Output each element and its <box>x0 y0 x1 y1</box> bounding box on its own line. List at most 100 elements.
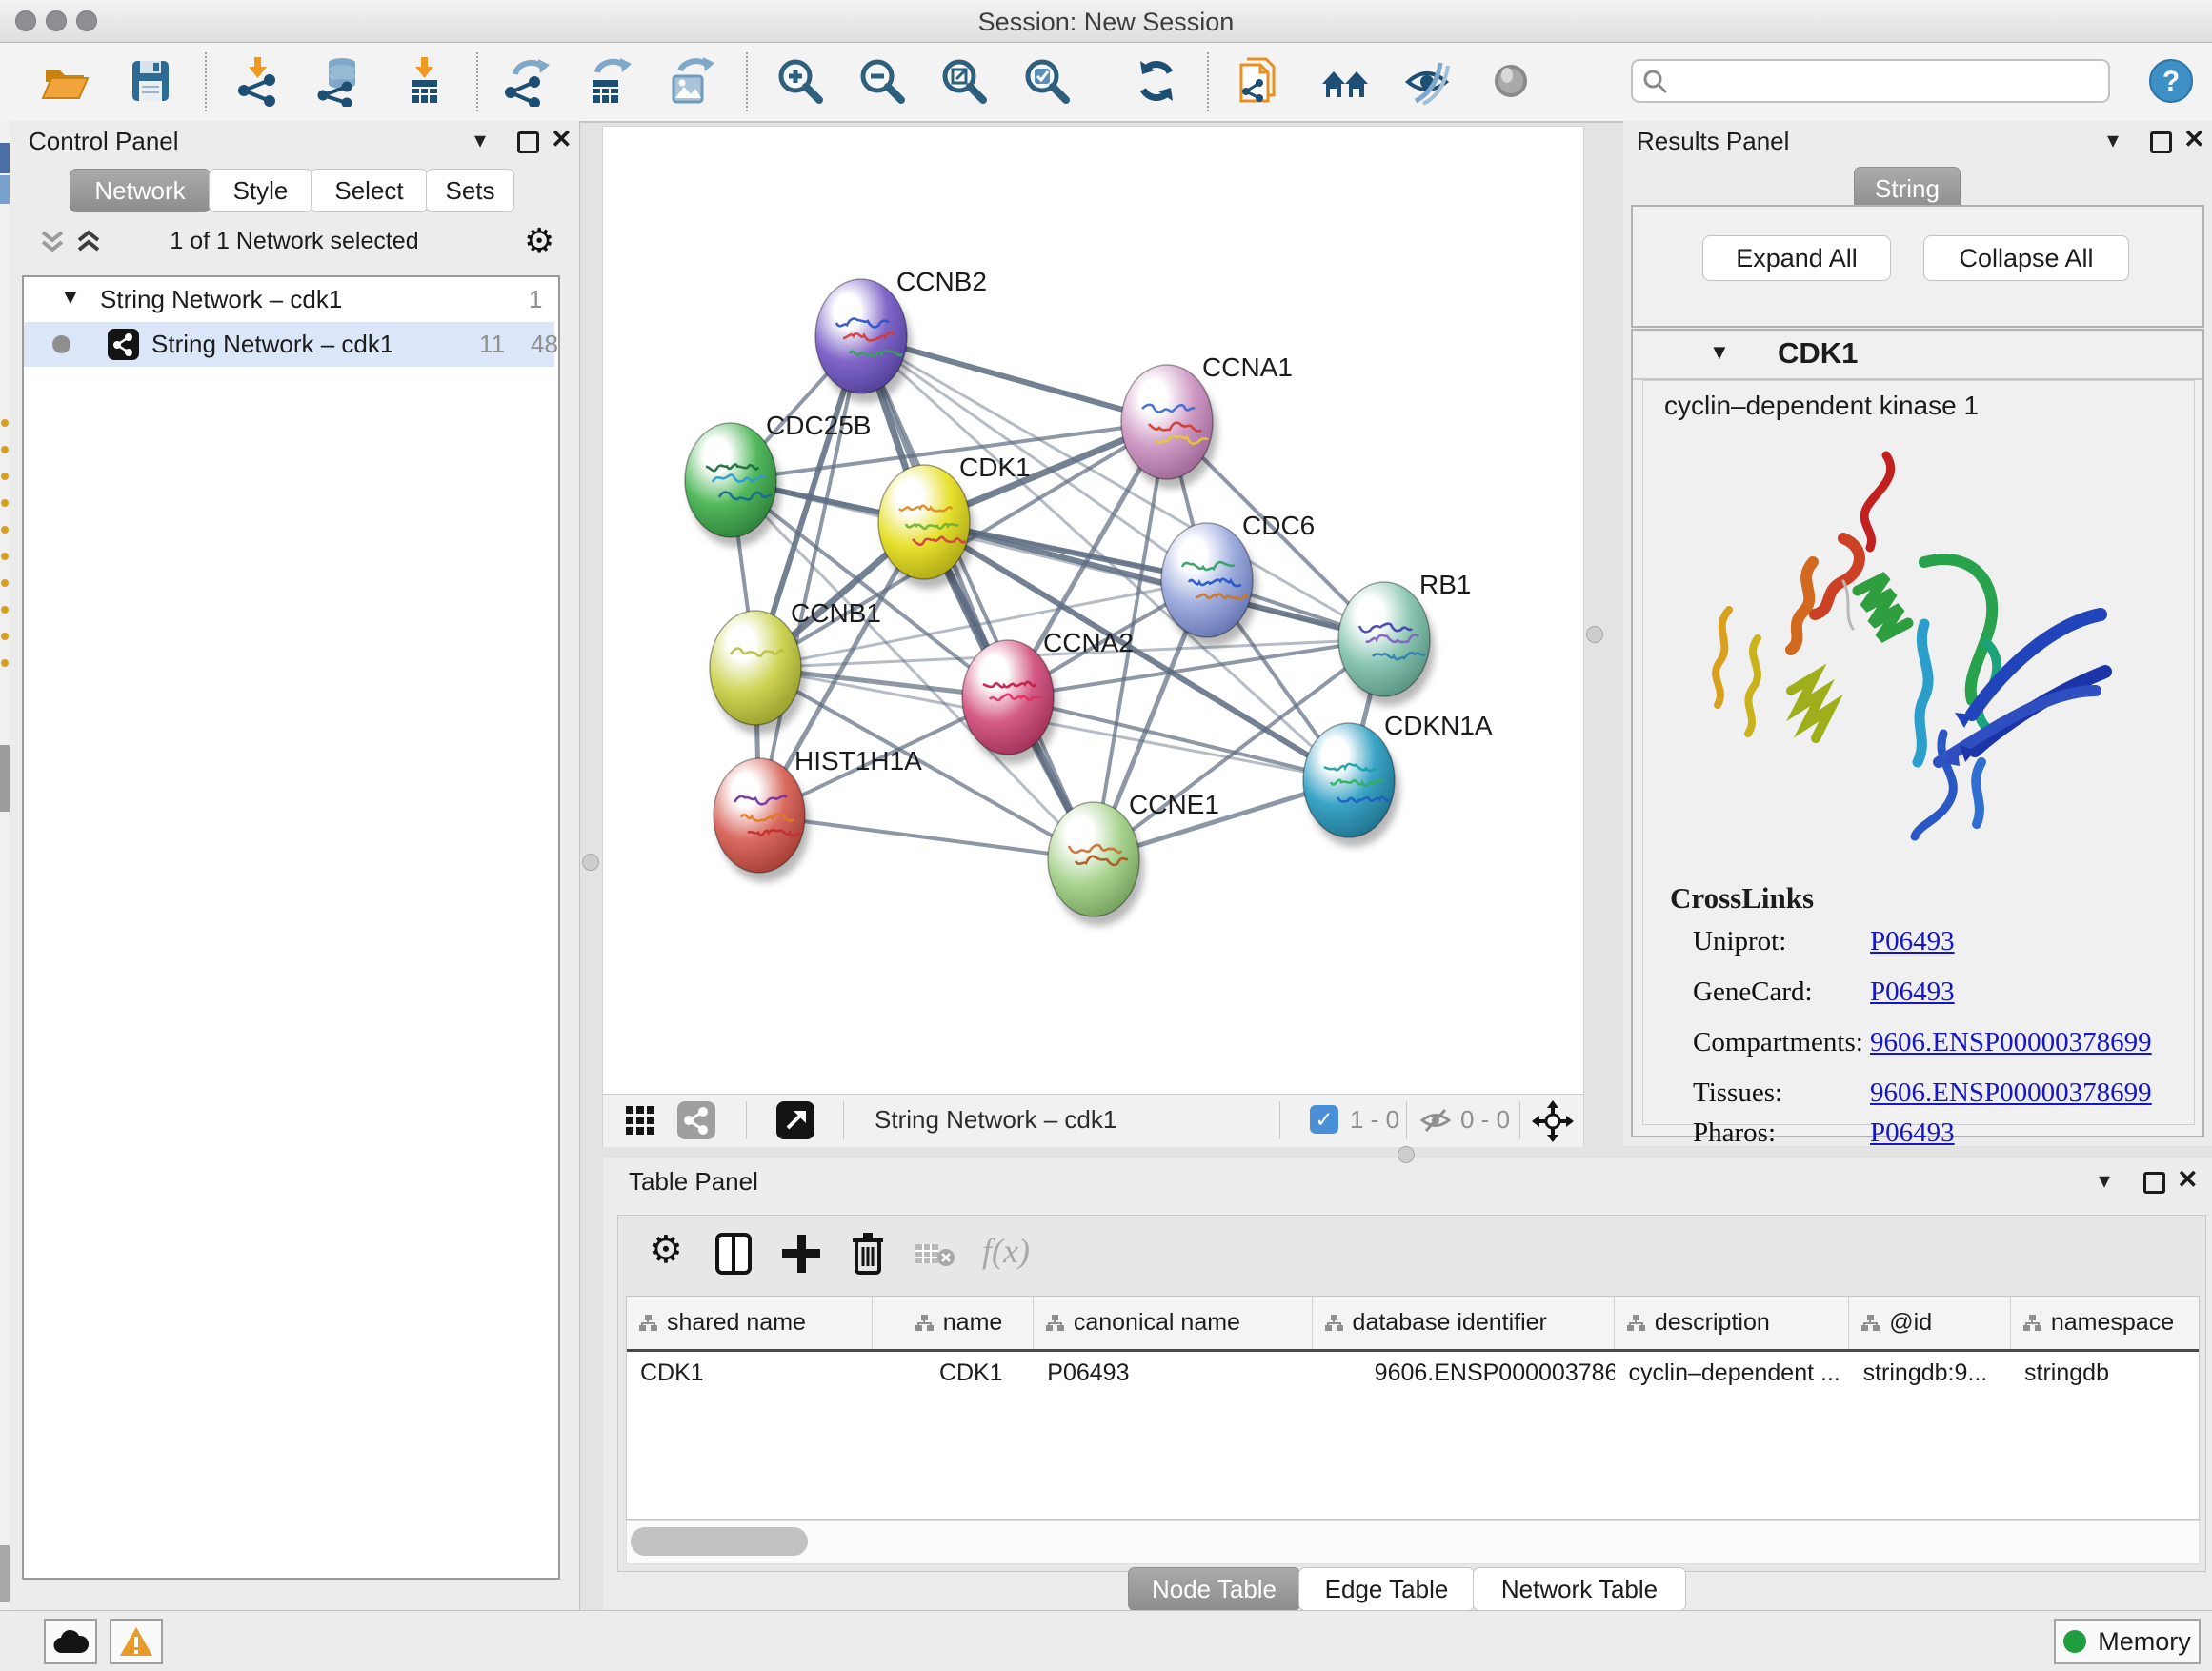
home-pair-button[interactable] <box>1319 55 1371 107</box>
network-edge[interactable] <box>759 336 861 815</box>
grid-view-icon[interactable] <box>624 1104 658 1138</box>
column-header[interactable]: name <box>873 1297 1034 1349</box>
column-header[interactable]: namespace <box>2011 1297 2199 1349</box>
zoom-fit-button[interactable] <box>938 55 990 107</box>
network-list: ▼ String Network – cdk1 1 String Network… <box>22 275 560 1580</box>
column-header[interactable]: description <box>1615 1297 1849 1349</box>
collapse-all-button[interactable]: Collapse All <box>1923 235 2129 281</box>
network-view[interactable]: CCNB2CCNA1CDC25BCDK1CDC6RB1CCNB1CCNA2CDK… <box>603 127 1583 1146</box>
crosslink-uniprot-link[interactable]: P06493 <box>1870 926 1955 957</box>
tab-select[interactable]: Select <box>311 169 428 212</box>
show-columns-icon[interactable] <box>714 1233 755 1275</box>
fit-content-crosshair-icon[interactable] <box>1532 1100 1574 1142</box>
help-button[interactable]: ? <box>2145 55 2197 107</box>
export-image-button[interactable] <box>663 55 714 107</box>
network-row-selected[interactable]: String Network – cdk1 11 48 <box>24 322 554 367</box>
gene-expander-icon[interactable]: ▼ <box>1709 340 1730 365</box>
create-column-icon[interactable] <box>780 1233 822 1275</box>
hscrollbar-thumb[interactable] <box>631 1527 808 1556</box>
help-icon: ? <box>2145 55 2197 107</box>
network-collection-row[interactable]: ▼ String Network – cdk1 1 <box>24 277 554 322</box>
toolbar-separator <box>1207 52 1209 111</box>
network-node-CDC25B[interactable] <box>685 423 776 537</box>
column-header[interactable]: shared name <box>627 1297 873 1349</box>
table-options-gear-icon[interactable]: ⚙ <box>649 1233 683 1267</box>
zoom-selected-button[interactable] <box>1021 55 1073 107</box>
results-panel-close-icon[interactable]: ✕ <box>2183 125 2205 154</box>
results-panel-menu-icon[interactable]: ▾ <box>2107 127 2119 154</box>
node-table[interactable]: shared name name canonical name database… <box>626 1296 2200 1520</box>
import-table-icon <box>398 55 450 107</box>
network-edge[interactable] <box>861 336 1094 859</box>
houses-icon <box>1319 55 1371 107</box>
tab-network-table[interactable]: Network Table <box>1473 1567 1686 1611</box>
network-node-CCNB1[interactable] <box>710 611 801 725</box>
crosslink-label: GeneCard: <box>1693 976 1813 1008</box>
crosslink-pharos-link[interactable]: P06493 <box>1870 1117 1955 1149</box>
table-panel-float-icon[interactable] <box>2143 1172 2165 1194</box>
crosslink-genecard-link[interactable]: P06493 <box>1870 976 1955 1008</box>
crosslink-tissues-link[interactable]: 9606.ENSP00000378699 <box>1870 1077 2152 1109</box>
control-panel-float-icon[interactable] <box>517 131 539 153</box>
splitter-handle-right[interactable] <box>1586 626 1603 643</box>
network-options-gear-icon[interactable]: ⚙ <box>524 224 554 258</box>
zoom-out-button[interactable] <box>856 55 908 107</box>
collection-expander-icon[interactable]: ▼ <box>60 285 81 310</box>
cloud-status-button[interactable] <box>44 1619 97 1664</box>
detach-view-icon[interactable] <box>776 1101 814 1139</box>
column-header[interactable]: @id <box>1849 1297 2011 1349</box>
network-node-CDK1[interactable] <box>878 465 970 579</box>
network-node-CCNA1[interactable] <box>1121 365 1213 479</box>
save-session-button[interactable] <box>125 55 176 107</box>
splitter-handle-bottom[interactable] <box>1398 1146 1415 1163</box>
network-edge-count: 48 <box>531 330 558 359</box>
tab-network[interactable]: Network <box>70 169 211 212</box>
control-panel-close-icon[interactable]: ✕ <box>551 125 573 154</box>
results-panel-title: Results Panel <box>1637 127 1789 156</box>
node-label: CCNA1 <box>1202 352 1293 382</box>
column-header[interactable]: canonical name <box>1034 1297 1313 1349</box>
main-toolbar: ? <box>0 43 2212 123</box>
import-network-from-database-button[interactable] <box>312 55 364 107</box>
table-panel-menu-icon[interactable]: ▾ <box>2099 1167 2110 1195</box>
selected-checkbox-icon[interactable]: ✓ <box>1310 1105 1338 1134</box>
export-table-button[interactable] <box>582 55 633 107</box>
table-hscrollbar[interactable] <box>626 1520 2200 1564</box>
tab-node-table[interactable]: Node Table <box>1128 1567 1300 1611</box>
search-input[interactable] <box>1631 59 2110 103</box>
splitter-handle-left[interactable] <box>582 854 599 871</box>
table-row[interactable]: CDK1 CDK1 P06493 9606.ENSP00000378699 cy… <box>627 1352 2199 1394</box>
refresh-button[interactable] <box>1131 55 1182 107</box>
crosslink-compartments-link[interactable]: 9606.ENSP00000378699 <box>1870 1027 2152 1058</box>
network-node-HIST1H1A[interactable] <box>714 758 805 873</box>
network-canvas[interactable]: CCNB2CCNA1CDC25BCDK1CDC6RB1CCNB1CCNA2CDK… <box>603 127 1583 1094</box>
network-node-CDC6[interactable] <box>1161 523 1253 637</box>
tab-edge-table[interactable]: Edge Table <box>1298 1567 1475 1611</box>
zoom-in-button[interactable] <box>774 55 826 107</box>
warning-status-button[interactable] <box>110 1619 163 1664</box>
results-panel-float-icon[interactable] <box>2150 131 2172 153</box>
delete-column-icon[interactable] <box>847 1231 889 1275</box>
collection-count: 1 <box>529 285 542 314</box>
tab-sets[interactable]: Sets <box>426 169 514 212</box>
control-panel-menu-icon[interactable]: ▾ <box>474 127 486 154</box>
birdseye-share-icon[interactable] <box>677 1101 715 1139</box>
open-session-button[interactable] <box>39 55 90 107</box>
sphere-icon <box>1485 55 1537 107</box>
network-node-RB1[interactable] <box>1338 582 1430 696</box>
expand-all-button[interactable]: Expand All <box>1702 235 1891 281</box>
export-network-button[interactable] <box>500 55 552 107</box>
import-table-button[interactable] <box>398 55 450 107</box>
hide-unhide-button[interactable] <box>1402 55 1454 107</box>
column-header[interactable]: database identifier <box>1313 1297 1615 1349</box>
gene-section-header[interactable]: ▼ CDK1 <box>1633 331 2202 380</box>
memory-button[interactable]: Memory <box>2054 1619 2201 1664</box>
table-panel-close-icon[interactable]: ✕ <box>2177 1165 2199 1195</box>
gray-sphere-button[interactable] <box>1485 55 1537 107</box>
table-panel-title: Table Panel <box>629 1167 758 1197</box>
open-in-string-button[interactable] <box>1234 55 1285 107</box>
import-network-button[interactable] <box>231 55 283 107</box>
hidden-eye-icon[interactable] <box>1418 1106 1453 1135</box>
tab-style[interactable]: Style <box>209 169 312 212</box>
network-node-count: 11 <box>479 330 505 359</box>
